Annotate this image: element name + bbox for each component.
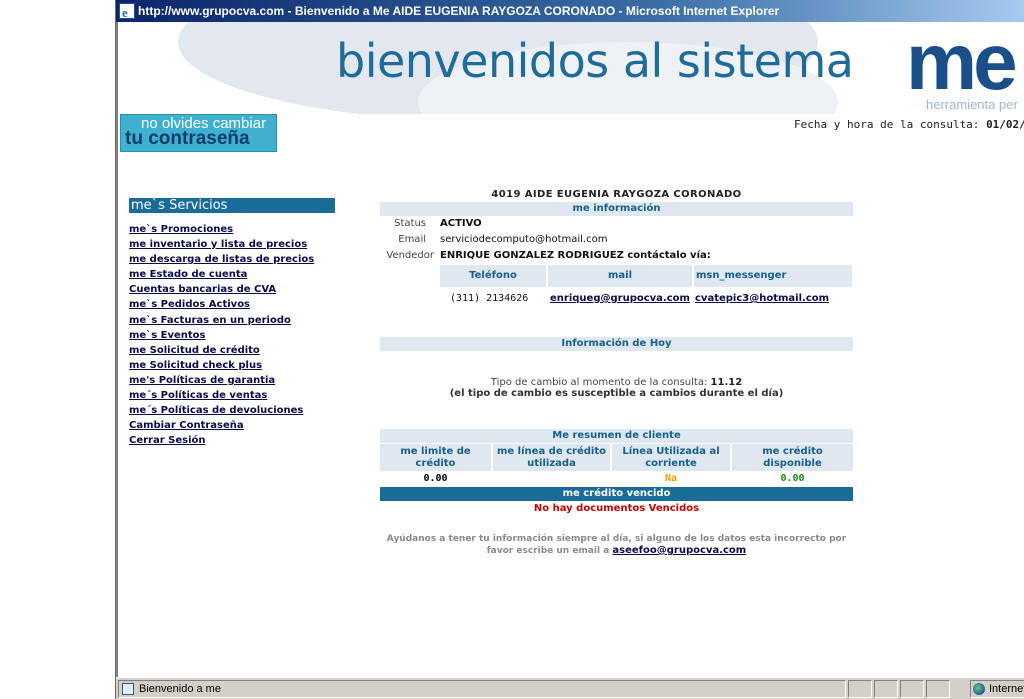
section-header-summary: Me resumen de cliente bbox=[380, 429, 853, 443]
summary-header-credit-available: me crédito disponible bbox=[732, 444, 853, 471]
page-icon bbox=[122, 683, 134, 695]
logo-tagline: herramienta per bbox=[926, 97, 1018, 112]
exchange-rate-note: (el tipo de cambio es susceptible a camb… bbox=[449, 388, 784, 399]
summary-value-credit-used bbox=[493, 471, 610, 487]
contact-header-row: Teléfono mail msn_messenger bbox=[380, 265, 853, 287]
email-value: serviciodecomputo@hotmail.com bbox=[440, 234, 608, 245]
contact-mail-link[interactable]: enriqueg@grupocva.com bbox=[550, 293, 690, 304]
query-datetime-value: 01/02/2007 bbox=[986, 118, 1024, 131]
email-label: Email bbox=[398, 234, 426, 245]
status-value: ACTIVO bbox=[440, 218, 482, 229]
status-panel bbox=[848, 680, 872, 698]
summary-values-row: 0.00 Na 0.00 bbox=[380, 471, 853, 487]
seller-value: ENRIQUE GONZALEZ RODRIGUEZ contáctalo ví… bbox=[440, 250, 711, 261]
exchange-rate-line: Tipo de cambio al momento de la consulta… bbox=[380, 377, 853, 388]
status-panel bbox=[874, 680, 898, 698]
window-title: http://www.grupocva.com - Bienvenido a M… bbox=[138, 4, 780, 18]
contact-header-mail: mail bbox=[548, 265, 692, 287]
status-text-panel: Bienvenido a me bbox=[118, 680, 846, 698]
window-titlebar[interactable]: e http://www.grupocva.com - Bienvenido a… bbox=[116, 0, 1024, 22]
status-panel bbox=[900, 680, 924, 698]
exchange-rate-value: 11.12 bbox=[710, 377, 743, 388]
customer-name: 4019 AIDE EUGENIA RAYGOZA CORONADO bbox=[491, 189, 742, 200]
seller-label: Vendedor bbox=[386, 250, 434, 261]
sidebar-title: me`s Servicios bbox=[129, 198, 335, 213]
section-header-info: me información bbox=[380, 202, 853, 216]
banner-headline: bienvenidos al sistema bbox=[336, 34, 854, 88]
summary-value-credit-available: 0.00 bbox=[780, 473, 805, 484]
contact-phone: (311) 2134626 bbox=[450, 293, 529, 304]
desktop-background bbox=[0, 0, 116, 699]
change-password-line2: tu contraseña bbox=[125, 128, 250, 149]
query-datetime-label: Fecha y hora de la consulta: bbox=[794, 118, 980, 131]
today-section: Información de Hoy Tipo de cambio al mom… bbox=[380, 337, 853, 429]
summary-value-current-line: Na bbox=[664, 473, 678, 484]
sidebar-menu: me`s Promociones me inventario y lista d… bbox=[129, 219, 337, 446]
summary-header-current-line: Línea Utilizada al corriente bbox=[612, 444, 730, 471]
status-label: Status bbox=[394, 218, 426, 229]
email-row: Email serviciodecomputo@hotmail.com bbox=[380, 232, 853, 248]
contact-values-row: (311) 2134626 enriqueg@grupocva.com cvat… bbox=[380, 287, 853, 311]
contact-msn-link[interactable]: cvatepic3@hotmail.com bbox=[695, 293, 829, 304]
security-zone-panel: Internet bbox=[970, 680, 1024, 698]
contact-header-msn: msn_messenger bbox=[694, 265, 852, 287]
footer-note: Ayúdanos a tener tu información siempre … bbox=[380, 533, 853, 557]
welcome-banner: bienvenidos al sistema me herramienta pe… bbox=[118, 22, 1024, 114]
sidebar-item-pedidos-activos[interactable]: me`s Pedidos Activos bbox=[129, 299, 250, 310]
services-sidebar: me`s Servicios me`s Promociones me inven… bbox=[129, 198, 337, 446]
query-datetime: Fecha y hora de la consulta: 01/02/2007 bbox=[794, 118, 1024, 131]
browser-statusbar: Bienvenido a me Internet bbox=[116, 677, 1024, 699]
status-row: Status ACTIVO bbox=[380, 216, 853, 232]
change-password-banner-button[interactable]: no olvides cambiar tu contraseña bbox=[120, 114, 277, 152]
summary-value-credit-limit: 0.00 bbox=[423, 473, 448, 484]
summary-header-row: me limite de crédito me línea de crédito… bbox=[380, 444, 853, 471]
page-content: bienvenidos al sistema me herramienta pe… bbox=[116, 22, 1024, 677]
exchange-rate-label: Tipo de cambio al momento de la consulta… bbox=[490, 377, 708, 388]
security-zone-text: Internet bbox=[989, 683, 1024, 695]
sidebar-item-cerrar-sesion[interactable]: Cerrar Sesión bbox=[129, 435, 206, 446]
summary-header-credit-limit: me limite de crédito bbox=[380, 444, 491, 471]
browser-window: e http://www.grupocva.com - Bienvenido a… bbox=[116, 0, 1024, 699]
seller-row: Vendedor ENRIQUE GONZALEZ RODRIGUEZ cont… bbox=[380, 248, 853, 264]
status-text: Bienvenido a me bbox=[139, 683, 221, 695]
internet-explorer-icon: e bbox=[119, 3, 135, 20]
footer-email-link[interactable]: aseefoo@grupocva.com bbox=[612, 545, 746, 556]
status-panel bbox=[926, 680, 950, 698]
me-logo: me bbox=[906, 22, 1018, 106]
today-body: Tipo de cambio al momento de la consulta… bbox=[380, 351, 853, 429]
globe-icon bbox=[973, 683, 985, 695]
main-panel: 4019 AIDE EUGENIA RAYGOZA CORONADO me in… bbox=[380, 186, 853, 557]
summary-header-credit-used: me línea de crédito utilizada bbox=[493, 444, 610, 471]
contact-header-phone: Teléfono bbox=[440, 265, 546, 287]
overdue-message: No hay documentos Vencidos bbox=[533, 503, 700, 514]
section-header-today: Información de Hoy bbox=[380, 337, 853, 351]
section-header-overdue: me crédito vencido bbox=[380, 487, 853, 501]
sidebar-item-facturas[interactable]: me`s Facturas en un periodo bbox=[129, 315, 291, 326]
